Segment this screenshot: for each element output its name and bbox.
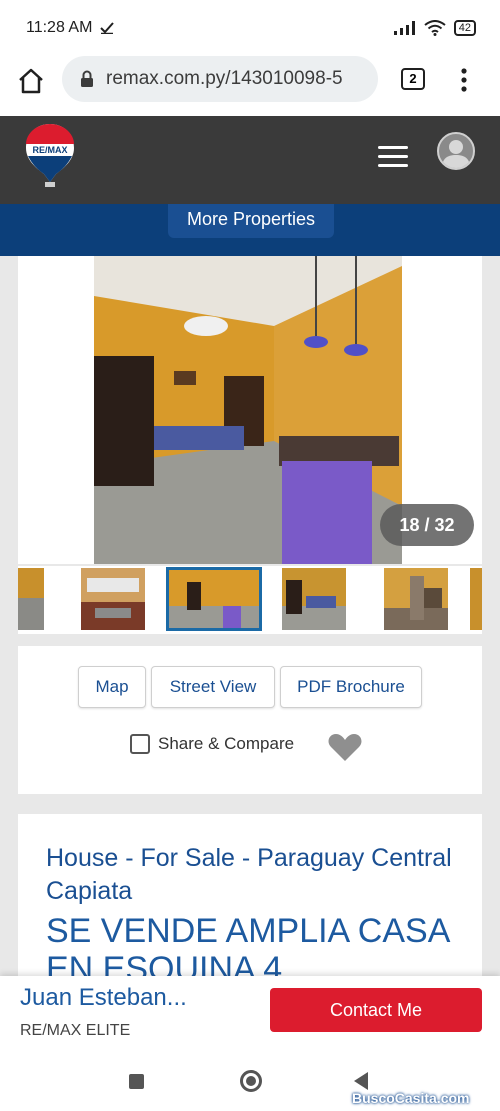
photo-gallery: 18 / 32 (18, 256, 482, 564)
thumbnail[interactable] (18, 568, 44, 630)
map-button[interactable]: Map (78, 666, 146, 708)
thumbnail[interactable] (384, 568, 448, 630)
lock-icon (81, 70, 93, 87)
listing-actions: Map Street View PDF Brochure Share & Com… (18, 646, 482, 794)
battery-icon: 42 (453, 20, 476, 36)
more-options-icon[interactable] (458, 66, 470, 94)
back-icon[interactable] (354, 1072, 368, 1090)
thumbnail[interactable] (282, 568, 346, 630)
street-view-button[interactable]: Street View (151, 666, 275, 708)
favorite-heart-icon[interactable] (328, 732, 362, 762)
wifi-icon (424, 20, 446, 36)
contact-me-button[interactable]: Contact Me (270, 988, 482, 1032)
recents-icon[interactable] (129, 1074, 144, 1089)
agent-contact-bar: Juan Esteban... RE/MAX ELITE Contact Me (0, 976, 500, 1052)
check-icon (100, 22, 115, 34)
thumbnail[interactable] (81, 568, 145, 630)
watermark: BuscoCasita.com (352, 1090, 470, 1106)
pdf-brochure-button[interactable]: PDF Brochure (280, 666, 422, 708)
share-compare-checkbox[interactable] (130, 734, 150, 754)
share-compare-row[interactable]: Share & Compare (130, 734, 294, 754)
url-text: remax.com.py/143010098-5 (106, 68, 343, 89)
remax-balloon-logo[interactable]: RE/MAX (24, 122, 76, 188)
tab-switcher-button[interactable]: 2 (401, 68, 425, 90)
status-time: 11:28 AM (26, 19, 93, 36)
thumbnail-strip[interactable] (18, 566, 482, 634)
agent-office: RE/MAX ELITE (20, 1022, 131, 1039)
signal-icon (393, 21, 415, 35)
main-property-photo[interactable] (94, 256, 402, 564)
property-type-location: House - For Sale - Paraguay Central Capi… (46, 844, 452, 905)
more-properties-button[interactable]: More Properties (168, 204, 334, 238)
url-bar[interactable]: remax.com.py/143010098-5 (62, 56, 378, 102)
browser-toolbar: remax.com.py/143010098-5 2 (0, 56, 500, 116)
share-compare-label: Share & Compare (158, 734, 295, 753)
status-bar: 11:28 AM 42 (0, 0, 500, 56)
menu-hamburger-icon[interactable] (378, 146, 408, 168)
thumbnail-selected[interactable] (166, 567, 262, 631)
agent-name[interactable]: Juan Esteban... (20, 984, 187, 1012)
status-left: 11:28 AM (26, 19, 115, 37)
account-avatar-icon[interactable] (437, 132, 475, 170)
photo-counter: 18 / 32 (380, 504, 474, 546)
home-icon[interactable] (16, 66, 46, 96)
svg-text:RE/MAX: RE/MAX (32, 145, 67, 155)
home-nav-icon[interactable] (240, 1070, 262, 1092)
more-properties-bar: More Properties (0, 204, 500, 256)
site-header: RE/MAX (0, 116, 500, 204)
status-right: 42 (393, 20, 476, 36)
thumbnail[interactable] (470, 568, 482, 630)
